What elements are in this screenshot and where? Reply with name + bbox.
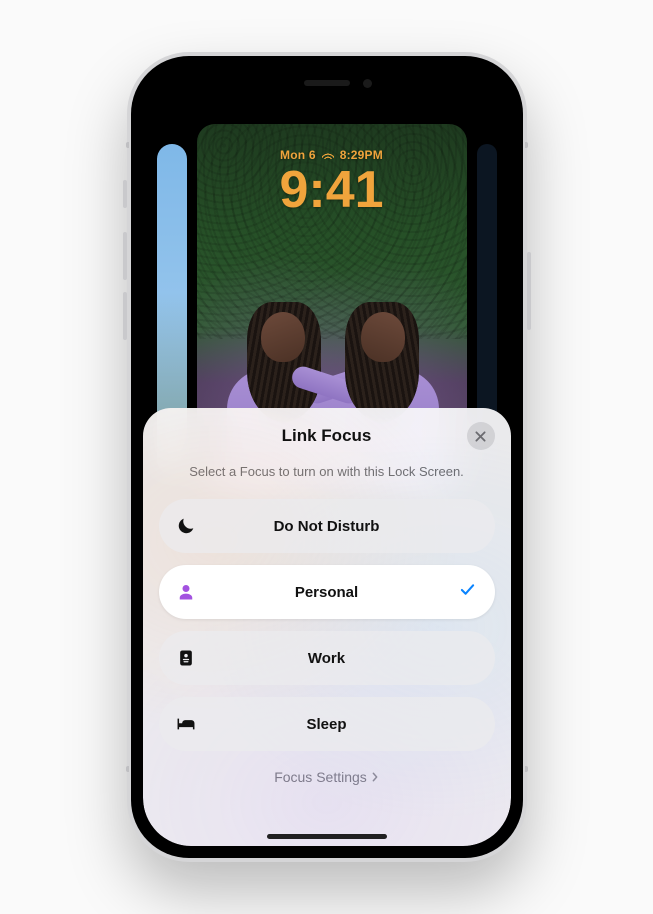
sheet-title: Link Focus: [159, 426, 495, 446]
lockscreen-time: 9:41: [197, 164, 467, 216]
focus-item-label: Do Not Disturb: [159, 518, 495, 535]
focus-item-dnd[interactable]: Do Not Disturb: [159, 499, 495, 553]
link-focus-sheet: Link Focus Select a Focus to turn on wit…: [143, 408, 511, 846]
chevron-right-icon: [371, 772, 379, 782]
lockscreen-header: Mon 6 8:29PM 9:41: [197, 148, 467, 216]
device-bezel: Mon 6 8:29PM 9:41: [131, 56, 523, 858]
iphone-device-frame: Mon 6 8:29PM 9:41: [127, 52, 527, 862]
lockscreen-date-row: Mon 6 8:29PM: [197, 148, 467, 162]
focus-item-label: Sleep: [159, 716, 495, 733]
mute-switch[interactable]: [123, 180, 127, 208]
close-button[interactable]: [467, 422, 495, 450]
lockscreen-date: Mon 6: [280, 148, 316, 162]
close-icon: [475, 431, 486, 442]
focus-item-work[interactable]: Work: [159, 631, 495, 685]
focus-item-label: Work: [159, 650, 495, 667]
checkmark-icon: [460, 582, 475, 602]
side-button[interactable]: [527, 252, 531, 330]
focus-item-sleep[interactable]: Sleep: [159, 697, 495, 751]
lockscreen-time-suffix: 8:29PM: [340, 148, 383, 162]
focus-item-personal[interactable]: Personal: [159, 565, 495, 619]
weather-icon: [322, 151, 334, 159]
volume-down-button[interactable]: [123, 292, 127, 340]
focus-settings-label: Focus Settings: [274, 769, 367, 785]
earpiece-speaker: [304, 80, 350, 86]
volume-up-button[interactable]: [123, 232, 127, 280]
home-indicator[interactable]: [267, 834, 387, 839]
front-camera: [363, 79, 372, 88]
focus-list: Do Not Disturb Personal: [159, 499, 495, 751]
notch: [252, 68, 402, 98]
sheet-subtitle: Select a Focus to turn on with this Lock…: [159, 464, 495, 479]
focus-item-label: Personal: [159, 584, 495, 601]
sheet-header: Link Focus: [159, 426, 495, 446]
device-screen: Mon 6 8:29PM 9:41: [143, 68, 511, 846]
focus-settings-link[interactable]: Focus Settings: [159, 769, 495, 785]
